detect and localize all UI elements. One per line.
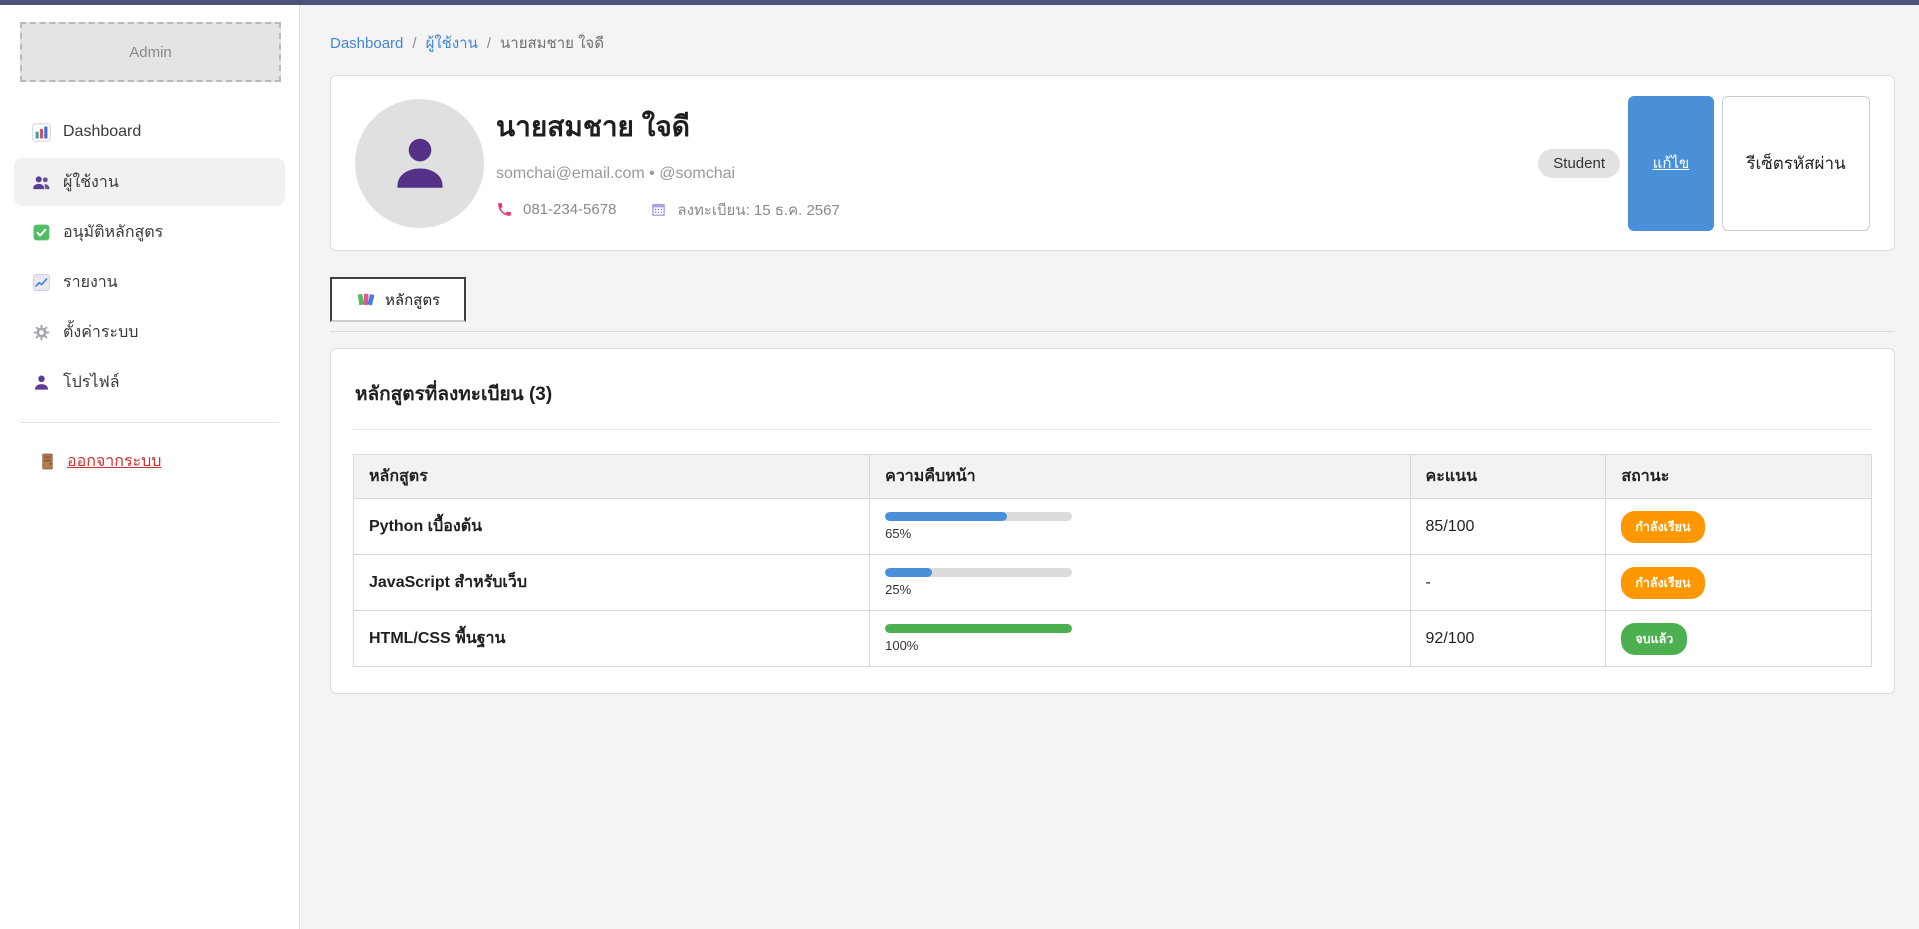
sidebar-item-label: อนุมัติหลักสูตร: [63, 220, 163, 245]
tab-bar: หลักสูตร: [330, 277, 1895, 332]
table-header-row: หลักสูตร ความคืบหน้า คะแนน สถานะ: [354, 455, 1872, 499]
role-badge: Student: [1538, 149, 1620, 178]
breadcrumb-link-users[interactable]: ผู้ใช้งาน: [426, 31, 478, 55]
sidebar-divider: [20, 422, 279, 423]
sidebar-item-label: Dashboard: [63, 123, 141, 141]
status-badge: กำลังเรียน: [1621, 567, 1704, 599]
progress-bar-fill: [885, 568, 932, 577]
table-row: JavaScript สำหรับเว็บ 25% - กำลังเรียน: [354, 555, 1872, 611]
profile-email: somchai@email.com • @somchai: [496, 165, 1538, 183]
tab-courses-label: หลักสูตร: [385, 288, 440, 312]
main-content: Dashboard / ผู้ใช้งาน / นายสมชาย ใจดี นา…: [300, 5, 1919, 929]
sidebar-item-reports[interactable]: รายงาน: [14, 258, 285, 306]
column-header-status: สถานะ: [1606, 455, 1872, 499]
courses-card-title: หลักสูตรที่ลงทะเบียน (3): [353, 371, 1872, 409]
breadcrumb-current: นายสมชาย ใจดี: [500, 31, 604, 55]
sidebar-item-approve-courses[interactable]: อนุมัติหลักสูตร: [14, 208, 285, 256]
score-value: 92/100: [1410, 611, 1606, 667]
score-value: 85/100: [1410, 499, 1606, 555]
profile-phone: 081-234-5678: [523, 201, 616, 218]
reset-password-button[interactable]: รีเซ็ตรหัสผ่าน: [1722, 96, 1870, 231]
sidebar-item-dashboard[interactable]: Dashboard: [14, 108, 285, 156]
breadcrumb-link-dashboard[interactable]: Dashboard: [330, 35, 403, 52]
sidebar: Admin Dashboard ผู้ใช้งาน อนุมัติหลักสูต…: [0, 5, 300, 929]
person-icon: [387, 130, 453, 196]
progress-bar-fill: [885, 624, 1072, 633]
column-header-score: คะแนน: [1410, 455, 1606, 499]
check-icon: [32, 223, 51, 242]
course-name: JavaScript สำหรับเว็บ: [369, 574, 527, 591]
column-header-course: หลักสูตร: [354, 455, 870, 499]
card-divider: [353, 429, 1872, 430]
phone-icon: [496, 201, 513, 218]
column-header-progress: ความคืบหน้า: [870, 455, 1410, 499]
table-row: HTML/CSS พื้นฐาน 100% 92/100 จบแล้ว: [354, 611, 1872, 667]
calendar-icon: [650, 201, 667, 218]
table-row: Python เบื้องต้น 65% 85/100 กำลังเรียน: [354, 499, 1872, 555]
sidebar-item-label: รายงาน: [63, 270, 118, 295]
progress-label: 100%: [885, 638, 1394, 653]
edit-button[interactable]: แก้ไข: [1628, 96, 1714, 231]
breadcrumb-separator: /: [487, 35, 491, 52]
avatar: [355, 99, 484, 228]
progress-bar: [885, 568, 1072, 577]
sidebar-item-users[interactable]: ผู้ใช้งาน: [14, 158, 285, 206]
status-badge: จบแล้ว: [1621, 623, 1687, 655]
users-icon: [32, 173, 51, 192]
course-name: Python เบื้องต้น: [369, 518, 482, 535]
admin-logo-label: Admin: [129, 44, 172, 61]
books-icon: [356, 290, 376, 310]
progress-bar: [885, 624, 1072, 633]
line-chart-icon: [32, 273, 51, 292]
sidebar-item-label: ตั้งค่าระบบ: [63, 320, 138, 345]
bar-chart-icon: [32, 123, 51, 142]
admin-logo-box: Admin: [20, 22, 281, 82]
sidebar-item-label: ผู้ใช้งาน: [63, 170, 119, 195]
user-profile-card: นายสมชาย ใจดี somchai@email.com • @somch…: [330, 75, 1895, 251]
logout-link[interactable]: ออกจากระบบ: [38, 449, 161, 474]
profile-contact-row: 081-234-5678 ลงทะเบียน: 15 ธ.ค. 2567: [496, 198, 1538, 222]
person-icon: [32, 373, 51, 392]
profile-name: นายสมชาย ใจดี: [496, 105, 1538, 149]
tab-courses[interactable]: หลักสูตร: [330, 277, 466, 322]
course-name: HTML/CSS พื้นฐาน: [369, 630, 505, 647]
gear-icon: [32, 323, 51, 342]
breadcrumb-separator: /: [412, 35, 416, 52]
progress-bar-fill: [885, 512, 1007, 521]
status-badge: กำลังเรียน: [1621, 511, 1704, 543]
profile-info: นายสมชาย ใจดี somchai@email.com • @somch…: [496, 105, 1538, 222]
profile-registered-date: ลงทะเบียน: 15 ธ.ค. 2567: [677, 198, 839, 222]
sidebar-item-label: โปรไฟล์: [63, 370, 120, 395]
logout-label: ออกจากระบบ: [67, 449, 161, 474]
breadcrumb: Dashboard / ผู้ใช้งาน / นายสมชาย ใจดี: [330, 31, 1895, 55]
door-icon: [38, 452, 57, 471]
score-value: -: [1410, 555, 1606, 611]
courses-table: หลักสูตร ความคืบหน้า คะแนน สถานะ Python …: [353, 454, 1872, 667]
progress-label: 25%: [885, 582, 1394, 597]
registered-courses-card: หลักสูตรที่ลงทะเบียน (3) หลักสูตร ความคื…: [330, 348, 1895, 694]
sidebar-item-profile[interactable]: โปรไฟล์: [14, 358, 285, 406]
progress-label: 65%: [885, 526, 1394, 541]
sidebar-item-settings[interactable]: ตั้งค่าระบบ: [14, 308, 285, 356]
profile-actions: Student แก้ไข รีเซ็ตรหัสผ่าน: [1538, 96, 1870, 231]
progress-bar: [885, 512, 1072, 521]
